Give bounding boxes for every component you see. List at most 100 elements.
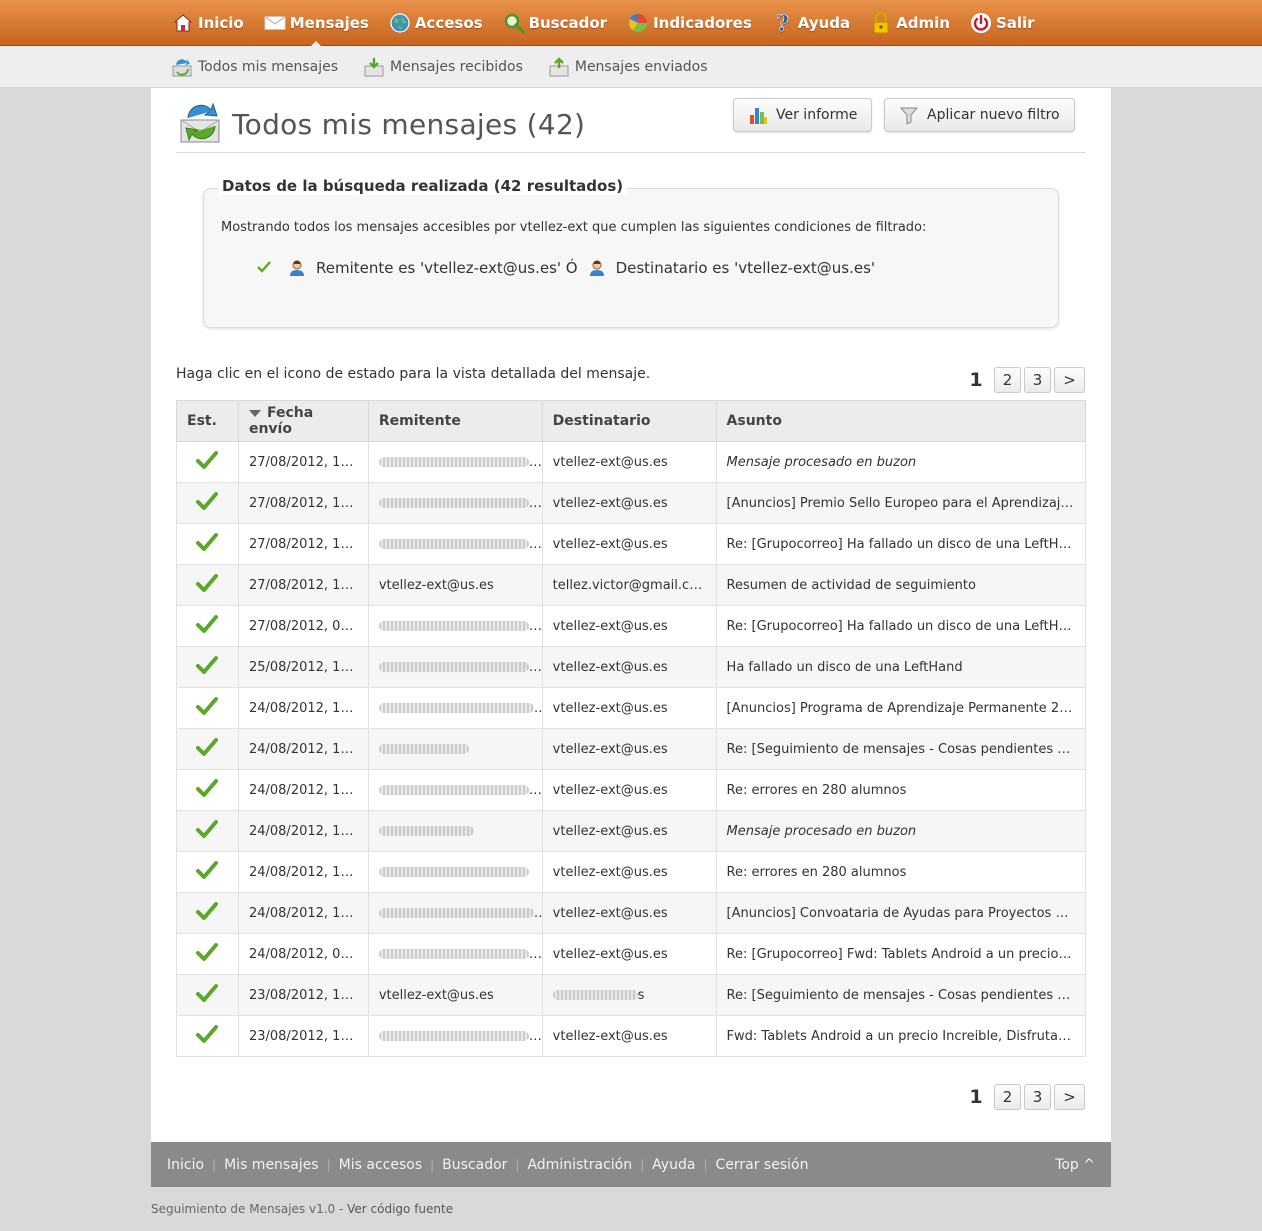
search-summary-box: Datos de la búsqueda realizada (42 resul… xyxy=(203,177,1059,328)
page-button-2[interactable]: 2 xyxy=(994,367,1021,393)
page-button-2[interactable]: 2 xyxy=(994,1084,1021,1110)
svg-text:?: ? xyxy=(776,12,789,34)
nav-item-buscador[interactable]: Buscador xyxy=(493,0,618,46)
status-cell xyxy=(176,769,239,811)
status-check-icon[interactable] xyxy=(196,737,219,757)
status-check-icon[interactable] xyxy=(196,778,219,798)
status-check-icon[interactable] xyxy=(196,696,219,716)
separator: | xyxy=(515,1157,520,1172)
status-check-icon[interactable] xyxy=(196,860,219,880)
status-check-icon[interactable] xyxy=(196,450,219,470)
sender-cell: vtellez-ext@us.es xyxy=(367,974,543,1016)
status-cell xyxy=(176,974,239,1016)
date-cell-text: 24/08/2012, 10:09 xyxy=(248,864,369,880)
subnav-item-todos[interactable]: Todos mis mensajes xyxy=(172,46,338,88)
status-cell xyxy=(176,441,239,483)
date-cell-text: 27/08/2012, 10:12 xyxy=(248,577,369,593)
footer-link-mis-accesos[interactable]: Mis accesos xyxy=(339,1157,422,1173)
status-check-icon[interactable] xyxy=(196,491,219,511)
status-check-icon[interactable] xyxy=(196,573,219,593)
column-status[interactable]: Est. xyxy=(176,400,239,442)
subject-cell: Re: errores en 280 alumnos xyxy=(715,769,1087,811)
view-report-button[interactable]: Ver informe xyxy=(733,98,873,132)
subject-cell: Re: errores en 280 alumnos xyxy=(715,851,1087,893)
recipient-cell: s xyxy=(541,974,717,1016)
column-sender[interactable]: Remitente xyxy=(367,400,543,442)
status-cell xyxy=(176,892,239,934)
subnav-label: Mensajes recibidos xyxy=(390,59,523,75)
date-cell: 27/08/2012, 12:21 xyxy=(237,523,369,565)
footer-link-ayuda[interactable]: Ayuda xyxy=(652,1157,695,1173)
status-cell xyxy=(176,605,239,647)
date-cell: 27/08/2012, 09:03 xyxy=(237,605,369,647)
status-check-icon[interactable] xyxy=(196,983,219,1003)
nav-item-ayuda[interactable]: ? Ayuda xyxy=(762,0,860,46)
footer-credit: Seguimiento de Mensajes v1.0 - Ver códig… xyxy=(151,1202,453,1216)
sender-cell xyxy=(367,687,543,729)
recipient-text: vtellez-ext@us.es xyxy=(552,659,668,675)
date-cell: 27/08/2012, 13:03 xyxy=(237,441,369,483)
status-check-icon[interactable] xyxy=(196,819,219,839)
page-title: Todos mis mensajes (42) xyxy=(232,108,586,141)
page-button-3[interactable]: 3 xyxy=(1024,367,1051,393)
nav-label: Accesos xyxy=(414,14,483,32)
sender-cell: vtellez-ext@us.es xyxy=(367,564,543,606)
status-cell xyxy=(176,810,239,852)
status-check-icon[interactable] xyxy=(196,614,219,634)
subnav-item-enviados[interactable]: Mensajes enviados xyxy=(549,46,708,88)
date-cell-text: 24/08/2012, 10:28 xyxy=(248,823,369,839)
redacted-sender xyxy=(378,457,529,467)
nav-label: Salir xyxy=(995,14,1035,32)
status-check-icon[interactable] xyxy=(196,1024,219,1044)
apply-filter-button[interactable]: Aplicar nuevo filtro xyxy=(884,98,1075,132)
nav-item-salir[interactable]: Salir xyxy=(960,0,1045,46)
status-check-icon[interactable] xyxy=(196,655,219,675)
redacted-sender xyxy=(378,867,529,877)
status-cell xyxy=(176,564,239,606)
footer-link-buscador[interactable]: Buscador xyxy=(442,1157,507,1173)
messages-table: Est. Fecha envío Remitente Destinatario … xyxy=(176,400,1087,1057)
subnav-label: Mensajes enviados xyxy=(574,59,708,75)
filter-conditions: Remitente es 'vtellez-ext@us.es' Ó Desti… xyxy=(256,259,875,277)
page-button-3[interactable]: 3 xyxy=(1024,1084,1051,1110)
lock-icon xyxy=(870,12,892,34)
column-recipient[interactable]: Destinatario xyxy=(541,400,717,442)
footer-links: Inicio | Mis mensajes | Mis accesos | Busca… xyxy=(167,1142,808,1187)
status-check-icon[interactable] xyxy=(196,942,219,962)
recipient-text: vtellez-ext@us.es xyxy=(552,700,668,716)
next-page-button[interactable]: > xyxy=(1054,367,1085,393)
status-cell xyxy=(176,728,239,770)
next-page-button[interactable]: > xyxy=(1054,1084,1085,1110)
nav-item-indicadores[interactable]: Indicadores xyxy=(617,0,762,46)
footer-link-administracion[interactable]: Administración xyxy=(527,1157,632,1173)
recipient-tail-text: s xyxy=(637,987,645,1003)
nav-item-accesos[interactable]: Accesos xyxy=(379,0,493,46)
date-cell-text: 27/08/2012, 13:01 xyxy=(248,495,369,511)
recipient-text: vtellez-ext@us.es xyxy=(552,618,668,634)
subject-cell: Re: [Grupocorreo] Ha fallado un disco de… xyxy=(715,523,1087,565)
table-row: 23/08/2012, 14:04 vtellez-ext@us.es s Re: [… xyxy=(176,974,1087,1016)
date-cell: 25/08/2012, 12:29 xyxy=(237,646,369,688)
subnav-item-recibidos[interactable]: Mensajes recibidos xyxy=(364,46,523,88)
top-nav-menu: Inicio Mensajes Accesos Buscador Indicad… xyxy=(162,0,1045,47)
page-header: Todos mis mensajes (42) Ver informe Apli… xyxy=(176,98,1086,153)
status-check-icon[interactable] xyxy=(196,532,219,552)
status-cell xyxy=(176,933,239,975)
status-check-icon[interactable] xyxy=(196,901,219,921)
source-code-link[interactable]: Ver código fuente xyxy=(347,1202,453,1216)
nav-item-admin[interactable]: Admin xyxy=(860,0,960,46)
table-row: 24/08/2012, 10:50... vtellez-ext@us.es Re:… xyxy=(176,769,1087,811)
column-subject[interactable]: Asunto xyxy=(715,400,1087,442)
footer-link-cerrar-sesion[interactable]: Cerrar sesión xyxy=(715,1157,808,1173)
magnifier-icon xyxy=(503,12,525,34)
main-panel: Todos mis mensajes (42) Ver informe Apli… xyxy=(151,88,1111,1142)
back-to-top-link[interactable]: Top ^ xyxy=(1055,1142,1095,1187)
nav-item-mensajes[interactable]: Mensajes xyxy=(254,0,379,47)
sender-text: vtellez-ext@us.es xyxy=(378,987,494,1003)
table-hint: Haga clic en el icono de estado para la … xyxy=(176,366,651,382)
column-date[interactable]: Fecha envío xyxy=(237,400,369,442)
footer-link-mis-mensajes[interactable]: Mis mensajes xyxy=(224,1157,319,1173)
footer-link-inicio[interactable]: Inicio xyxy=(167,1157,204,1173)
nav-item-inicio[interactable]: Inicio xyxy=(162,0,254,46)
redacted-sender xyxy=(378,1031,529,1041)
